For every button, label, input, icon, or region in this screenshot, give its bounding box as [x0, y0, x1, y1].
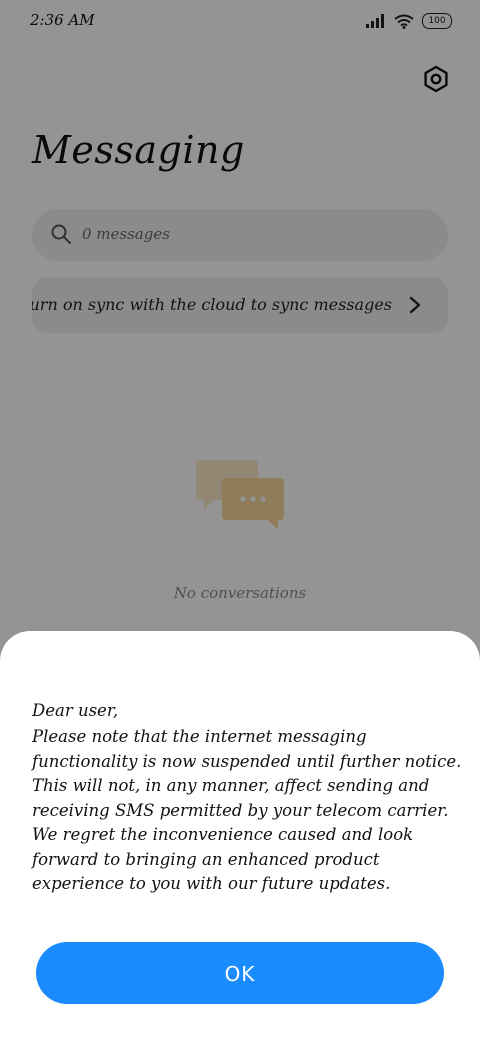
ok-button[interactable]: OK — [36, 942, 444, 1004]
dialog-message: Please note that the internet messaging … — [32, 727, 462, 893]
notice-dialog: Dear user, Please note that the internet… — [0, 631, 480, 1040]
dialog-greeting: Dear user, — [32, 701, 119, 720]
